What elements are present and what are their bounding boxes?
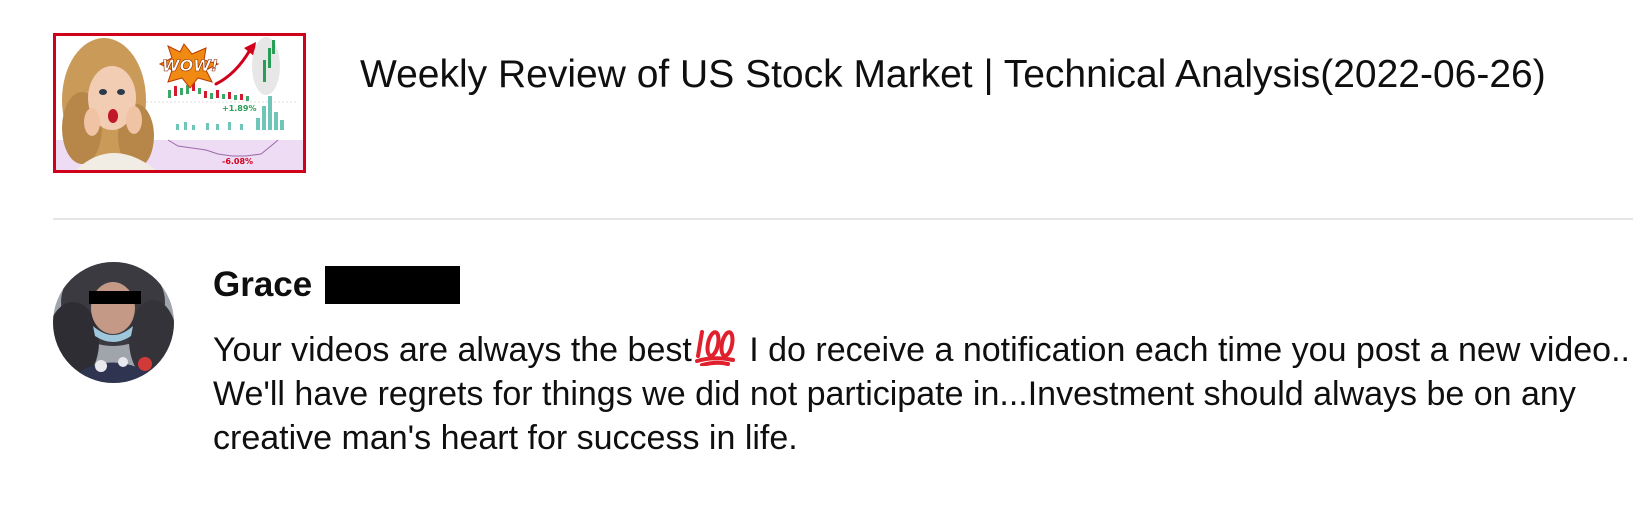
avatar[interactable] (53, 262, 174, 383)
comment-author-name[interactable]: Grace (213, 265, 312, 305)
author-surname-redaction (325, 266, 461, 304)
rising-arrow-graphic (214, 42, 256, 86)
surprised-woman-graphic (62, 38, 156, 170)
video-header: WOW! +1.89% -6.08% Weekly Review of US S… (53, 33, 1633, 173)
comment-text: Your videos are always the best I do rec… (213, 326, 1633, 460)
comment: Grace Your videos are always the best I … (53, 262, 1633, 462)
highlight-oval-graphic (252, 37, 280, 95)
video-title[interactable]: Weekly Review of US Stock Market | Techn… (360, 51, 1640, 99)
video-thumbnail[interactable]: WOW! +1.89% -6.08% (53, 33, 306, 173)
section-divider (53, 218, 1633, 220)
avatar-redaction-bar (89, 291, 141, 304)
wow-badge-text: WOW! (162, 56, 218, 75)
comment-author-line: Grace (213, 262, 461, 308)
wow-badge-graphic: WOW! (158, 43, 220, 89)
volume-bars-graphic (176, 96, 284, 130)
comment-text-part-1: Your videos are always the best (213, 331, 692, 369)
percent-down-label: -6.08% (222, 157, 253, 166)
percent-up-label: +1.89% (222, 104, 256, 113)
hundred-points-icon (694, 330, 735, 366)
